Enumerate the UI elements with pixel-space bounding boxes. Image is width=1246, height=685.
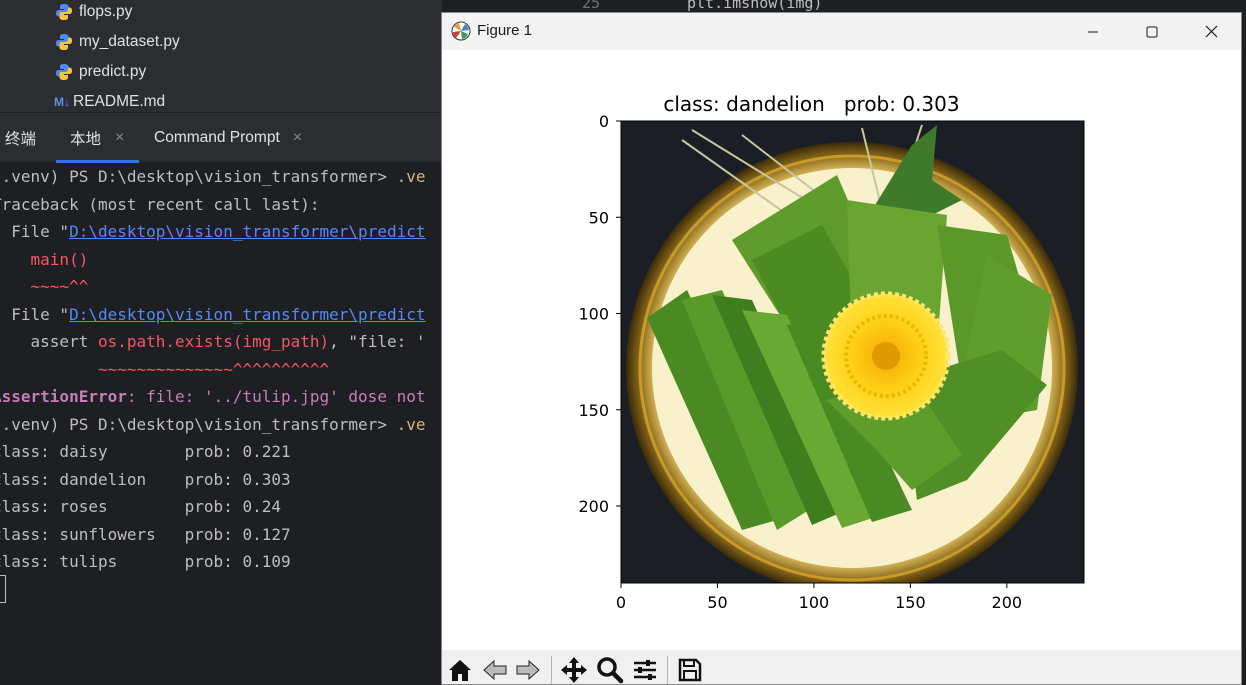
- tab-command-prompt[interactable]: Command Prompt ×: [154, 113, 302, 163]
- minimize-icon: [1088, 31, 1098, 32]
- save-button[interactable]: [674, 654, 706, 684]
- text: , "file: ': [329, 332, 426, 351]
- result-line: class: dandelion prob: 0.303: [0, 470, 291, 489]
- close-icon[interactable]: ×: [115, 129, 124, 147]
- x-tick-label: 100: [799, 593, 830, 612]
- axes: 0 50 100 150 200 0 50 100 150 200: [578, 112, 1085, 612]
- markdown-file-icon: M↓: [54, 95, 70, 109]
- file-name: predict.py: [79, 63, 147, 80]
- terminal-title: 终端: [5, 131, 37, 148]
- x-tick-label: 150: [895, 593, 926, 612]
- result-line: class: sunflowers prob: 0.127: [0, 525, 291, 544]
- x-axis-ticks: 0 50 100 150 200: [616, 583, 1022, 612]
- text: File ": [11, 222, 70, 241]
- y-tick-label: 150: [578, 401, 609, 420]
- y-tick-label: 200: [578, 497, 609, 516]
- command: .ve: [396, 415, 426, 434]
- close-button[interactable]: [1182, 13, 1240, 50]
- terminal-line: main(): [0, 250, 89, 269]
- forward-icon: [516, 659, 540, 681]
- maximize-button[interactable]: [1123, 13, 1181, 50]
- maximize-icon: [1146, 26, 1158, 37]
- python-file-icon: [56, 34, 72, 50]
- terminal-line: (.venv) PS D:\desktop\vision_transformer…: [0, 165, 425, 189]
- text: os.path.exists(img_path): [97, 332, 330, 351]
- terminal-tab-bar: 终端 本地 × Command Prompt ×: [0, 112, 442, 163]
- figure-toolbar: [442, 650, 1241, 684]
- file-item-my-dataset[interactable]: my_dataset.py: [54, 27, 180, 57]
- file-link[interactable]: D:\desktop\vision_transformer\predict: [69, 305, 425, 324]
- zoom-icon: [597, 657, 624, 684]
- terminal-line: (.venv) PS D:\desktop\vision_transformer…: [0, 413, 425, 437]
- zoom-button[interactable]: [594, 654, 626, 684]
- text: File ": [11, 305, 70, 324]
- file-item-predict[interactable]: predict.py: [54, 57, 146, 87]
- home-button[interactable]: [444, 654, 476, 684]
- text: assert: [0, 332, 98, 351]
- x-tick-label: 50: [707, 593, 727, 612]
- line-number: 25: [582, 0, 601, 12]
- figure-window[interactable]: Figure 1 class: dandelion prob: 0.303 0 …: [441, 12, 1242, 685]
- terminal-line: File "D:\desktop\vision_transformer\pred…: [0, 220, 425, 244]
- code-line: plt.imshow(img): [687, 0, 823, 12]
- close-icon[interactable]: ×: [293, 129, 302, 147]
- command: .ve: [396, 167, 426, 186]
- error-name: AssertionError: [0, 387, 127, 406]
- configure-subplots-icon: [634, 660, 656, 680]
- ide-panel: flops.py my_dataset.py predict.py M↓ REA…: [0, 0, 442, 685]
- terminal-cursor: [0, 575, 6, 603]
- terminal-line: ~~~~~~~~~~~~~~^^^^^^^^^^: [0, 360, 330, 379]
- toolbar-separator: [551, 656, 552, 684]
- terminal-line: Traceback (most recent call last):: [0, 195, 320, 214]
- save-icon: [678, 658, 702, 682]
- tab-local[interactable]: 本地 ×: [70, 113, 124, 163]
- y-tick-label: 0: [599, 112, 609, 131]
- back-button[interactable]: [479, 654, 511, 684]
- y-tick-label: 100: [578, 305, 609, 324]
- terminal-line: AssertionError: file: '../tulip.jpg' dos…: [0, 385, 425, 409]
- error-message: : file: '../tulip.jpg' dose not: [126, 387, 426, 406]
- terminal-output[interactable]: (.venv) PS D:\desktop\vision_transformer…: [0, 163, 442, 685]
- pan-icon: [561, 657, 587, 683]
- x-tick-label: 200: [992, 593, 1023, 612]
- back-icon: [483, 659, 507, 681]
- result-line: class: daisy prob: 0.221: [0, 442, 291, 461]
- window-title: Figure 1: [477, 22, 533, 39]
- file-name: flops.py: [79, 3, 133, 20]
- flower-center: [872, 342, 900, 370]
- matplotlib-icon: [451, 21, 471, 41]
- python-file-icon: [56, 64, 72, 80]
- image-display: [621, 121, 1084, 583]
- python-file-icon: [56, 4, 72, 20]
- y-axis-ticks: 0 50 100 150 200: [578, 112, 621, 516]
- window-titlebar[interactable]: Figure 1: [442, 13, 1241, 50]
- prompt: (.venv) PS D:\desktop\vision_transformer…: [0, 415, 397, 434]
- file-item-flops[interactable]: flops.py: [54, 0, 132, 27]
- file-link[interactable]: D:\desktop\vision_transformer\predict: [69, 222, 425, 241]
- home-icon: [449, 660, 471, 681]
- tab-label: Command Prompt: [154, 129, 280, 146]
- project-tree: flops.py my_dataset.py predict.py M↓ REA…: [0, 0, 442, 112]
- terminal-line: ~~~~^^: [0, 277, 89, 296]
- configure-subplots-button[interactable]: [629, 654, 661, 684]
- plot-canvas[interactable]: class: dandelion prob: 0.303 0 50 100 15…: [442, 50, 1241, 650]
- file-name: my_dataset.py: [79, 33, 180, 50]
- forward-button[interactable]: [512, 654, 544, 684]
- toolbar-separator: [667, 656, 668, 684]
- terminal-line: assert os.path.exists(img_path), "file: …: [0, 330, 426, 354]
- terminal-line: File "D:\desktop\vision_transformer\pred…: [0, 303, 425, 327]
- tab-label: 本地: [70, 131, 102, 148]
- result-line: class: tulips prob: 0.109: [0, 552, 291, 571]
- result-line: class: roses prob: 0.24: [0, 497, 281, 516]
- y-tick-label: 50: [589, 208, 609, 227]
- close-icon: [1205, 25, 1217, 38]
- prompt: (.venv) PS D:\desktop\vision_transformer…: [0, 167, 397, 186]
- file-name: README.md: [73, 93, 166, 110]
- minimize-button[interactable]: [1064, 13, 1122, 50]
- pan-button[interactable]: [558, 654, 590, 684]
- x-tick-label: 0: [616, 593, 626, 612]
